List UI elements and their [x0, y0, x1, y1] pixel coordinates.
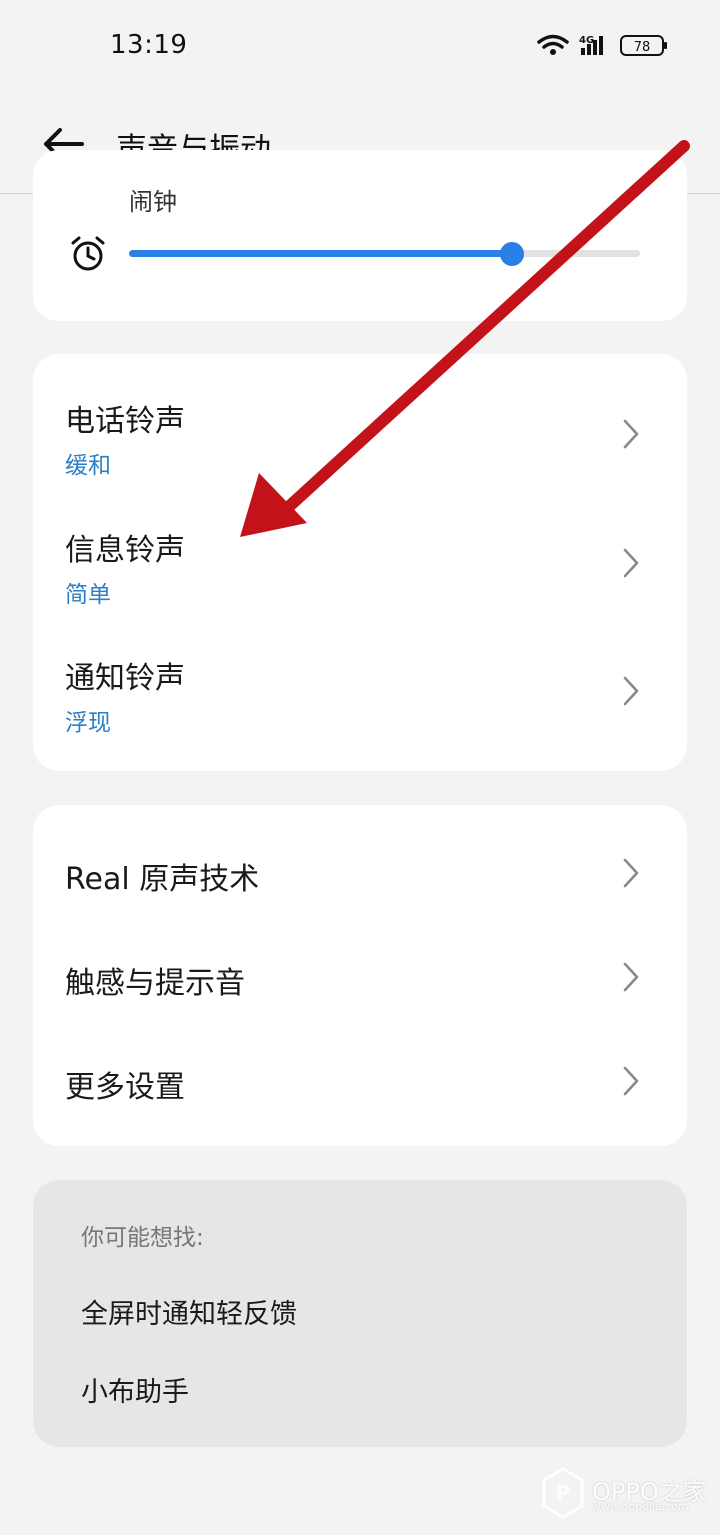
- ringtones-card: 电话铃声 缓和 信息铃声 简单 通知铃声 浮现: [33, 354, 687, 771]
- suggestions-card: 你可能想找: 全屏时通知轻反馈 小布助手: [33, 1180, 687, 1447]
- setting-title: 更多设置: [65, 1070, 185, 1105]
- svg-text:P: P: [556, 1481, 571, 1505]
- ringtone-row-notification[interactable]: 通知铃声 浮现: [33, 612, 687, 771]
- alarm-clock-icon: [71, 236, 105, 271]
- more-settings-card: Real 原声技术 触感与提示音 更多设置: [33, 805, 687, 1146]
- ringtone-title: 电话铃声: [65, 404, 185, 439]
- setting-row-real-sound[interactable]: Real 原声技术: [33, 805, 687, 923]
- ringtone-title: 信息铃声: [65, 533, 185, 568]
- network-type: 4G: [579, 35, 594, 46]
- status-time: 13:19: [110, 30, 188, 60]
- slider-fill: [129, 250, 513, 257]
- status-icons: 4G 78: [537, 34, 667, 56]
- ringtone-row-message[interactable]: 信息铃声 简单: [33, 484, 687, 612]
- watermark-url: www.oppojia.com: [592, 1500, 689, 1513]
- suggestions-header: 你可能想找:: [81, 1225, 204, 1251]
- setting-row-haptics[interactable]: 触感与提示音: [33, 923, 687, 1027]
- chevron-right-icon: [623, 1066, 639, 1096]
- status-bar: 13:19 4G 78: [0, 0, 720, 90]
- watermark-logo-icon: P: [542, 1467, 584, 1519]
- setting-title: Real 原声技术: [65, 862, 260, 897]
- ringtone-row-phone[interactable]: 电话铃声 缓和: [33, 354, 687, 484]
- battery-level: 78: [634, 40, 651, 55]
- chevron-right-icon: [623, 962, 639, 992]
- slider-thumb[interactable]: [500, 242, 525, 266]
- ringtone-value: 浮现: [65, 710, 111, 736]
- watermark: P OPPO之家 www.oppojia.com: [540, 1466, 710, 1524]
- ringtone-title: 通知铃声: [65, 661, 185, 696]
- suggestion-item[interactable]: 小布助手: [81, 1370, 189, 1409]
- alarm-volume-slider[interactable]: [129, 242, 640, 266]
- wifi-icon: [537, 34, 569, 55]
- battery-icon: 78: [620, 35, 667, 56]
- chevron-right-icon: [623, 419, 639, 449]
- setting-title: 触感与提示音: [65, 966, 245, 1001]
- alarm-label: 闹钟: [129, 188, 177, 216]
- ringtone-value: 缓和: [65, 453, 111, 479]
- suggestion-item[interactable]: 全屏时通知轻反馈: [81, 1292, 297, 1331]
- setting-row-more[interactable]: 更多设置: [33, 1027, 687, 1146]
- alarm-volume-card: 闹钟: [33, 150, 687, 321]
- chevron-right-icon: [623, 858, 639, 888]
- cellular-signal-icon: 4G: [579, 35, 603, 55]
- ringtone-value: 简单: [65, 582, 111, 608]
- chevron-right-icon: [623, 548, 639, 578]
- chevron-right-icon: [623, 676, 639, 706]
